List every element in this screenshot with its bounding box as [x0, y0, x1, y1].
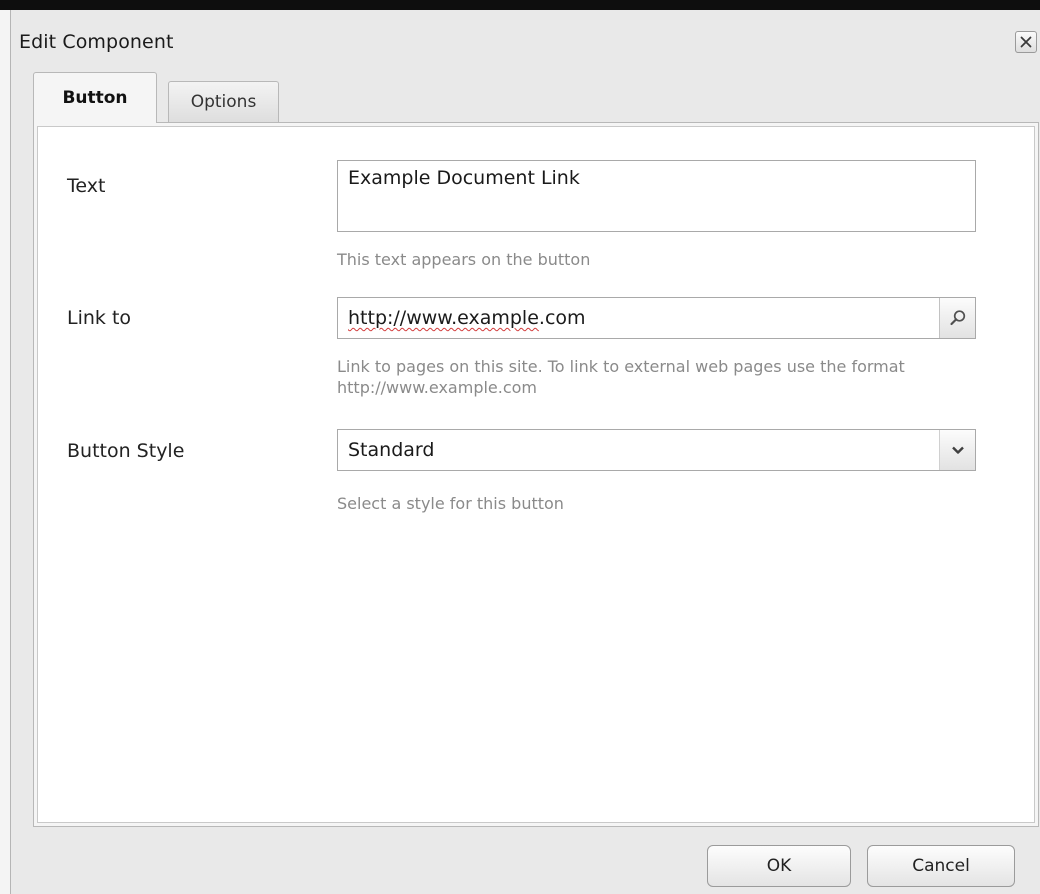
button-style-label: Button Style — [67, 440, 185, 462]
button-style-dropdown-button[interactable] — [939, 430, 975, 470]
text-label: Text — [67, 175, 106, 197]
form-area: Text Example Document Link This text app… — [37, 126, 1035, 823]
tab-bar: Button Options — [33, 72, 1040, 123]
text-input[interactable]: Example Document Link — [337, 160, 976, 232]
button-style-value: Standard — [348, 439, 435, 461]
background-page-strip — [0, 0, 1040, 10]
text-hint: This text appears on the button — [337, 250, 591, 269]
ok-button[interactable]: OK — [707, 845, 851, 887]
dialog-title: Edit Component — [19, 31, 174, 53]
button-style-select[interactable]: Standard — [337, 429, 976, 471]
link-to-input[interactable]: http://www.example.com — [337, 297, 976, 339]
close-icon — [1020, 36, 1032, 48]
background-page-edge — [0, 10, 10, 894]
search-icon — [949, 310, 965, 326]
tab-button[interactable]: Button — [33, 72, 157, 123]
cancel-button[interactable]: Cancel — [867, 845, 1015, 887]
close-button[interactable] — [1015, 31, 1037, 53]
edit-component-dialog: Edit Component Button Options Text Examp… — [10, 10, 1040, 894]
link-browse-button[interactable] — [939, 298, 975, 338]
button-style-hint: Select a style for this button — [337, 494, 564, 513]
tab-options[interactable]: Options — [168, 81, 279, 122]
link-to-value-misspelled: http://www.example — [348, 307, 539, 329]
link-to-label: Link to — [67, 307, 132, 329]
link-to-value[interactable]: http://www.example.com — [348, 298, 939, 338]
link-to-hint: Link to pages on this site. To link to e… — [337, 357, 905, 397]
chevron-down-icon — [951, 446, 964, 454]
link-to-value-rest: .com — [538, 307, 586, 329]
dialog-titlebar[interactable]: Edit Component — [11, 10, 1040, 66]
tab-panel: Text Example Document Link This text app… — [33, 122, 1039, 827]
